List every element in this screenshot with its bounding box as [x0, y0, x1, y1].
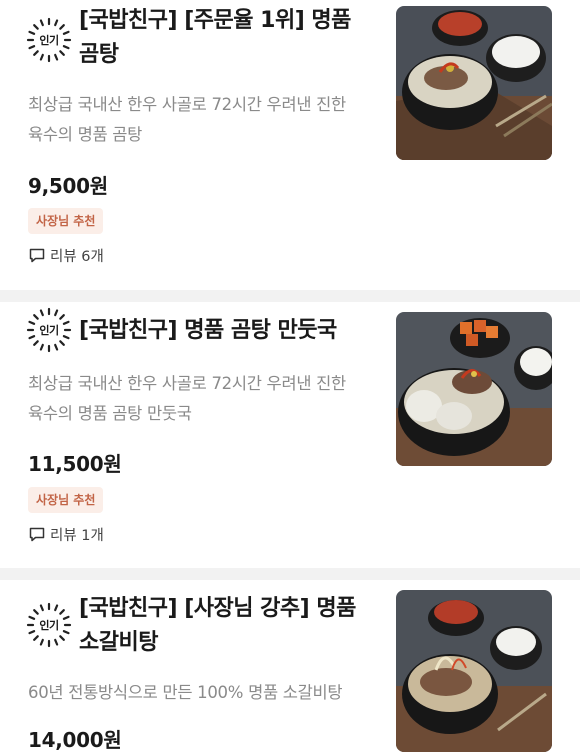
menu-item-name: [국밥친구] [사장님 강추] 명품 소갈비탕 — [79, 592, 379, 660]
popular-badge-icon: 인기 — [26, 602, 72, 648]
menu-item-name-line: [국밥친구] [주문율 1위] 명품 — [79, 8, 351, 33]
popular-badge-icon: 인기 — [26, 307, 72, 353]
menu-item-gomtang[interactable]: 인기 [국밥친구] [주문율 1위] 명품 곰탕 최상급 국내산 한우 사골로 … — [0, 0, 580, 290]
menu-item-description-line: 최상급 국내산 한우 사골로 72시간 우려낸 진한 — [28, 374, 346, 393]
owner-recommend-tag: 사장님 추천 — [28, 208, 104, 234]
menu-item-description-line: 육수의 명품 곰탕 — [28, 125, 143, 144]
menu-item-photo[interactable] — [396, 312, 552, 466]
menu-item-name: [국밥친구] 명품 곰탕 만둣국 — [79, 314, 379, 348]
menu-item-photo[interactable] — [396, 6, 552, 160]
menu-item-description: 60년 전통방식으로 만든 100% 명품 소갈비탕 — [28, 678, 383, 708]
menu-item-name-line: [국밥친구] 명품 곰탕 만둣국 — [79, 318, 337, 343]
menu-item-description-line: 최상급 국내산 한우 사골로 72시간 우려낸 진한 — [28, 95, 346, 114]
menu-item-price: 9,500원 — [28, 174, 108, 198]
menu-item-price: 11,500원 — [28, 452, 122, 476]
menu-item-name-line: 소갈비탕 — [79, 630, 158, 655]
menu-item-photo[interactable] — [396, 590, 552, 752]
section-divider — [0, 568, 580, 580]
review-count-label: 리뷰 1개 — [50, 527, 104, 544]
menu-item-description: 최상급 국내산 한우 사골로 72시간 우려낸 진한 육수의 명품 곰탕 만둣국 — [28, 369, 383, 429]
menu-item-name-line: [국밥친구] [사장님 강추] 명품 — [79, 596, 356, 621]
menu-item-description: 최상급 국내산 한우 사골로 72시간 우려낸 진한 육수의 명품 곰탕 — [28, 90, 383, 150]
speech-bubble-icon — [28, 525, 46, 543]
menu-item-price: 14,000원 — [28, 728, 122, 752]
review-count[interactable]: 리뷰 1개 — [28, 523, 104, 545]
review-count[interactable]: 리뷰 6개 — [28, 244, 104, 266]
popular-badge-label: 인기 — [39, 34, 59, 47]
section-divider — [0, 290, 580, 302]
popular-badge-icon: 인기 — [26, 17, 72, 63]
popular-badge-label: 인기 — [39, 619, 59, 632]
popular-badge-label: 인기 — [39, 324, 59, 337]
menu-item-name-line: 곰탕 — [79, 42, 119, 67]
menu-item-galbitang[interactable]: 인기 [국밥친구] [사장님 강추] 명품 소갈비탕 60년 전통방식으로 만든… — [0, 580, 580, 752]
owner-recommend-tag: 사장님 추천 — [28, 487, 104, 513]
speech-bubble-icon — [28, 246, 46, 264]
menu-item-gomtang-mandu[interactable]: 인기 [국밥친구] 명품 곰탕 만둣국 최상급 국내산 한우 사골로 72시간 … — [0, 302, 580, 568]
menu-item-name: [국밥친구] [주문율 1위] 명품 곰탕 — [79, 4, 379, 72]
menu-item-description-line: 육수의 명품 곰탕 만둣국 — [28, 404, 192, 423]
review-count-label: 리뷰 6개 — [50, 248, 104, 265]
menu-item-description-line: 60년 전통방식으로 만든 100% 명품 소갈비탕 — [28, 683, 343, 702]
